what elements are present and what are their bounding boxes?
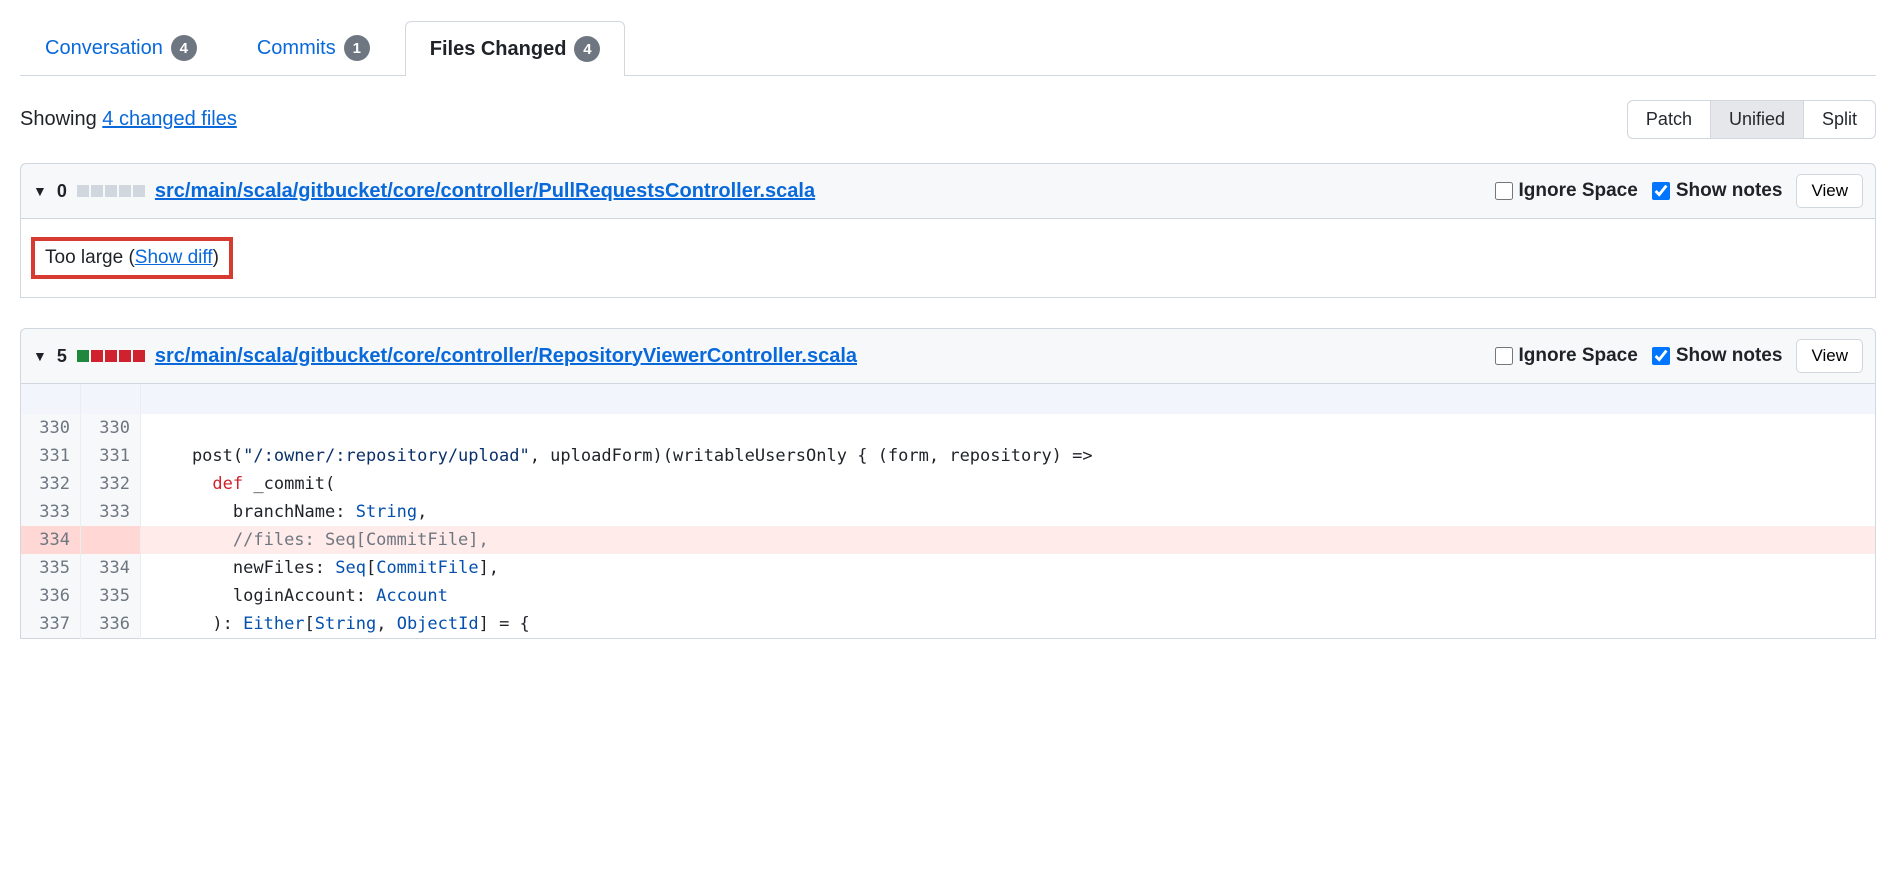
line-number-new: 333 (81, 498, 141, 526)
show-notes-checkbox[interactable] (1652, 347, 1670, 365)
diff-line: 333333 branchName: String, (21, 498, 1876, 526)
code-cell: loginAccount: Account (141, 582, 1876, 610)
line-number-new: 335 (81, 582, 141, 610)
tab-badge: 1 (344, 35, 370, 61)
toolbar: Showing 4 changed files Patch Unified Sp… (20, 100, 1876, 139)
line-number-old: 335 (21, 554, 81, 582)
diff-stat-squares (77, 185, 145, 197)
view-button[interactable]: View (1796, 339, 1863, 373)
file-header-right: Ignore Space Show notes View (1495, 174, 1864, 208)
code-cell: branchName: String, (141, 498, 1876, 526)
ignore-space-label[interactable]: Ignore Space (1495, 180, 1638, 202)
code-cell: newFiles: Seq[CommitFile], (141, 554, 1876, 582)
show-notes-label[interactable]: Show notes (1652, 180, 1783, 202)
tabs: Conversation 4 Commits 1 Files Changed 4 (20, 20, 1876, 76)
diff-stat-squares (77, 350, 145, 362)
code-cell: ): Either[String, ObjectId] = { (141, 610, 1876, 639)
diff-line: 337336 ): Either[String, ObjectId] = { (21, 610, 1876, 639)
changed-files-link[interactable]: 4 changed files (102, 108, 237, 130)
line-number-old: 332 (21, 470, 81, 498)
tab-label: Commits (257, 37, 336, 60)
line-number-new: 334 (81, 554, 141, 582)
chevron-down-icon[interactable]: ▼ (33, 183, 47, 199)
line-number-old: 331 (21, 442, 81, 470)
code-cell: post("/:owner/:repository/upload", uploa… (141, 442, 1876, 470)
file-path-link[interactable]: src/main/scala/gitbucket/core/controller… (155, 180, 815, 203)
diff-line: 332332 def _commit( (21, 470, 1876, 498)
tab-badge: 4 (574, 36, 600, 62)
ignore-space-checkbox[interactable] (1495, 347, 1513, 365)
diff-line: 336335 loginAccount: Account (21, 582, 1876, 610)
diff-line: 331331 post("/:owner/:repository/upload"… (21, 442, 1876, 470)
line-number-new: 331 (81, 442, 141, 470)
line-number-old: 334 (21, 526, 81, 554)
line-number-new: 336 (81, 610, 141, 639)
ignore-space-label[interactable]: Ignore Space (1495, 345, 1638, 367)
file-block: ▼ 0 src/main/scala/gitbucket/core/contro… (20, 163, 1876, 298)
code-cell (141, 414, 1876, 442)
line-number-old: 333 (21, 498, 81, 526)
showing-text: Showing 4 changed files (20, 108, 237, 131)
file-header-left: ▼ 5 src/main/scala/gitbucket/core/contro… (33, 345, 857, 368)
line-number-old: 336 (21, 582, 81, 610)
diff-count: 5 (57, 346, 67, 367)
split-button[interactable]: Split (1804, 100, 1876, 139)
diff-line: 330330 (21, 414, 1876, 442)
tab-badge: 4 (171, 35, 197, 61)
show-diff-link[interactable]: Show diff (135, 247, 213, 268)
ignore-space-checkbox[interactable] (1495, 182, 1513, 200)
line-number-new (81, 526, 141, 554)
line-number-new: 330 (81, 414, 141, 442)
line-number-new: 332 (81, 470, 141, 498)
line-number-old: 330 (21, 414, 81, 442)
view-mode-group: Patch Unified Split (1627, 100, 1876, 139)
tab-label: Conversation (45, 37, 163, 60)
diff-line: 334 //files: Seq[CommitFile], (21, 526, 1876, 554)
tab-commits[interactable]: Commits 1 (232, 20, 395, 75)
tab-label: Files Changed (430, 38, 567, 61)
show-notes-checkbox[interactable] (1652, 182, 1670, 200)
file-header-left: ▼ 0 src/main/scala/gitbucket/core/contro… (33, 180, 815, 203)
unified-button[interactable]: Unified (1711, 100, 1804, 139)
file-block: ▼ 5 src/main/scala/gitbucket/core/contro… (20, 328, 1876, 639)
patch-button[interactable]: Patch (1627, 100, 1711, 139)
too-large-message: Too large (Show diff) (31, 237, 233, 279)
file-header-right: Ignore Space Show notes View (1495, 339, 1864, 373)
chevron-down-icon[interactable]: ▼ (33, 348, 47, 364)
code-cell: def _commit( (141, 470, 1876, 498)
code-cell: //files: Seq[CommitFile], (141, 526, 1876, 554)
diff-line: 335334 newFiles: Seq[CommitFile], (21, 554, 1876, 582)
tab-files-changed[interactable]: Files Changed 4 (405, 21, 626, 76)
diff-count: 0 (57, 181, 67, 202)
diff-table: 330330331331 post("/:owner/:repository/u… (20, 384, 1876, 639)
view-button[interactable]: View (1796, 174, 1863, 208)
line-number-old: 337 (21, 610, 81, 639)
show-notes-label[interactable]: Show notes (1652, 345, 1783, 367)
file-path-link[interactable]: src/main/scala/gitbucket/core/controller… (155, 345, 857, 368)
file-body: Too large (Show diff) (20, 219, 1876, 298)
file-header: ▼ 0 src/main/scala/gitbucket/core/contro… (20, 163, 1876, 219)
expand-row[interactable] (21, 384, 1876, 414)
file-header: ▼ 5 src/main/scala/gitbucket/core/contro… (20, 328, 1876, 384)
tab-conversation[interactable]: Conversation 4 (20, 20, 222, 75)
